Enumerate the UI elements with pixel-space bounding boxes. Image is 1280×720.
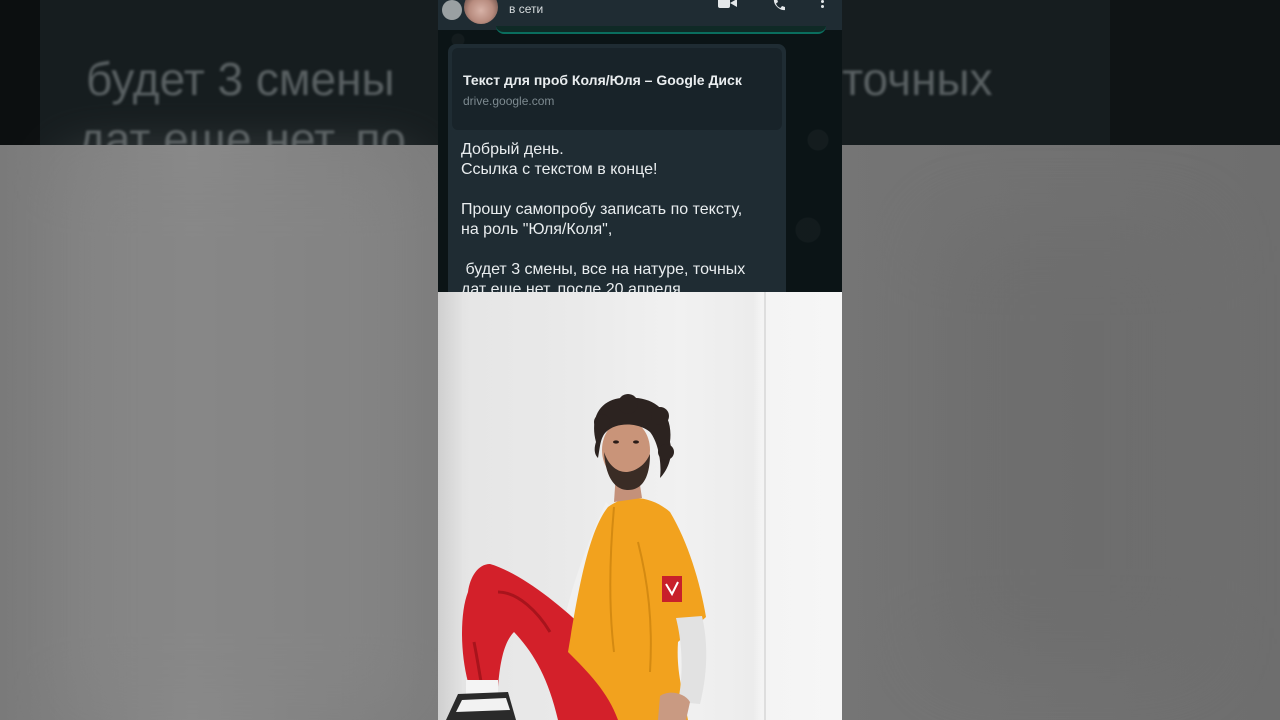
- bg-edge-left: [0, 0, 40, 145]
- contact-avatar[interactable]: [464, 0, 498, 24]
- contact-status: в сети: [509, 2, 544, 16]
- phone-screen: в сети Текст для проб Коля/Юля – Google …: [438, 0, 842, 720]
- message-text: Добрый день. Ссылка с текстом в конце! П…: [461, 141, 746, 292]
- video-call-icon[interactable]: [718, 0, 737, 8]
- bg-blur-blob: [70, 165, 410, 705]
- phone-call-icon[interactable]: [772, 0, 786, 11]
- more-menu-icon[interactable]: [821, 0, 825, 8]
- link-preview-domain: drive.google.com: [463, 94, 555, 108]
- message-bubble[interactable]: Текст для проб Коля/Юля – Google Диск dr…: [448, 44, 786, 292]
- bg-blur-blob: [940, 225, 1200, 665]
- link-preview[interactable]: Текст для проб Коля/Юля – Google Диск dr…: [452, 48, 782, 130]
- bg-text-line1-right: точных: [842, 53, 993, 105]
- chat-screenshot: в сети Текст для проб Коля/Юля – Google …: [438, 0, 842, 292]
- bg-text-line2: дат еще нет, по: [78, 113, 407, 145]
- bg-edge-right: [1110, 0, 1280, 145]
- back-icon[interactable]: [442, 0, 462, 20]
- photo-man-orange-jacket: [438, 292, 842, 720]
- reply-highlight-bar: [496, 26, 826, 34]
- bg-text-line1-left: будет 3 смены: [86, 53, 395, 105]
- link-preview-title[interactable]: Текст для проб Коля/Юля – Google Диск: [463, 72, 742, 88]
- person-illustration: [446, 394, 707, 720]
